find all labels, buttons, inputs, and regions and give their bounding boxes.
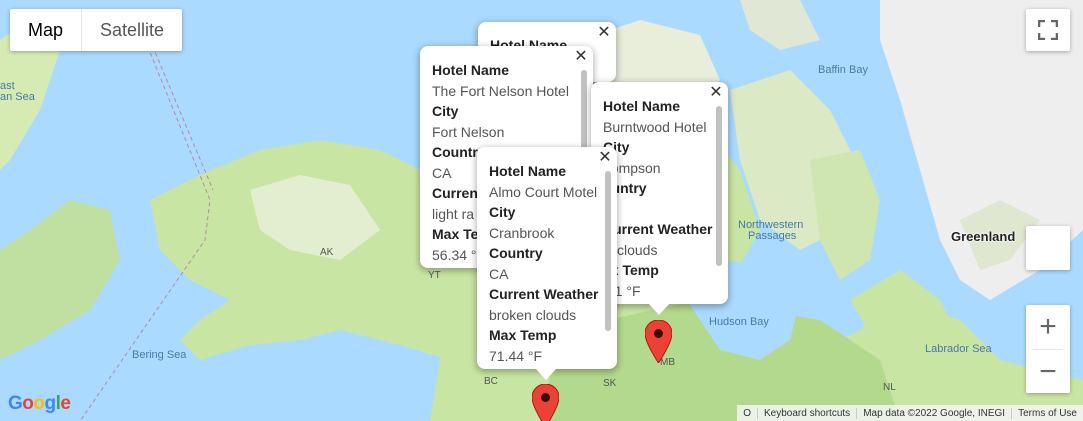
popup-key: Current Weather: [603, 221, 713, 237]
popup-key: City: [603, 139, 630, 155]
map-marker-pin-icon[interactable]: [532, 384, 559, 421]
popup-value: hompson: [603, 159, 661, 176]
label-nl: NL: [883, 382, 896, 393]
map-footer: O Keyboard shortcuts Map data ©2022 Goog…: [737, 405, 1083, 421]
scrollbar[interactable]: [605, 171, 611, 331]
close-icon[interactable]: ✕: [597, 150, 613, 166]
popup-key: City: [432, 103, 459, 119]
label-yt: YT: [428, 270, 441, 281]
map-data-attribution: Map data ©2022 Google, INEGI: [856, 407, 1011, 419]
zoom-control: + −: [1026, 305, 1070, 393]
map-type-satellite-button[interactable]: Satellite: [81, 9, 182, 51]
map-marker-pin-icon[interactable]: [645, 320, 672, 363]
popup-value: w clouds: [603, 241, 658, 258]
popup-key: ountry: [603, 180, 647, 196]
popup-key: Country: [489, 245, 543, 261]
popup-key: Current Weather: [489, 286, 599, 302]
label-bc: BC: [484, 376, 498, 387]
popup-value: Almo Court Motel: [489, 183, 598, 200]
popup-key: Max Temp: [489, 327, 557, 343]
popup-key: ax Temp: [603, 262, 659, 278]
fullscreen-icon: [1038, 20, 1058, 40]
label-baffin-bay: Baffin Bay: [818, 64, 868, 76]
info-window-tail: [535, 368, 557, 380]
popup-value: Cranbrook: [489, 224, 555, 241]
popup-value: The Fort Nelson Hotel: [432, 82, 569, 99]
label-hudson-bay: Hudson Bay: [709, 316, 769, 328]
map-canvas[interactable]: ast an Sea Baffin Bay Northwestern Passa…: [0, 0, 1083, 421]
map-type-control: Map Satellite: [10, 9, 183, 51]
label-east-siberian-sea-2: an Sea: [0, 91, 35, 103]
zoom-in-button[interactable]: +: [1026, 305, 1070, 349]
keyboard-shortcuts-link[interactable]: Keyboard shortcuts: [757, 407, 856, 419]
popup-value: .61 °F: [603, 282, 641, 299]
close-icon[interactable]: ✕: [596, 25, 612, 41]
popup-value: Burntwood Hotel: [603, 118, 707, 135]
close-icon[interactable]: ✕: [573, 49, 589, 65]
zoom-out-button[interactable]: −: [1026, 350, 1070, 393]
popup-value: Fort Nelson: [432, 123, 505, 140]
popup-key: Hotel Name: [432, 62, 510, 78]
street-view-button[interactable]: [1026, 226, 1070, 270]
label-greenland: Greenland: [951, 229, 1016, 244]
info-window-cranbrook: ✕ Hotel Name Almo Court Motel City Cranb…: [477, 147, 617, 369]
terms-of-use-link[interactable]: Terms of Use: [1011, 407, 1083, 419]
fullscreen-button[interactable]: [1026, 9, 1070, 51]
popup-value: A: [603, 199, 728, 220]
google-logo: Google: [8, 393, 71, 414]
label-sk: SK: [603, 378, 617, 389]
close-icon[interactable]: ✕: [708, 85, 724, 101]
label-labrador-sea: Labrador Sea: [925, 343, 992, 355]
label-northwestern-passages-2: Passages: [748, 230, 797, 242]
popup-key: City: [489, 204, 516, 220]
popup-value: broken clouds: [489, 306, 577, 323]
info-window-tail: [648, 303, 670, 315]
footer-partial: O: [743, 407, 752, 419]
label-ak: AK: [320, 247, 334, 258]
scrollbar[interactable]: [716, 106, 722, 266]
map-type-map-button[interactable]: Map: [10, 9, 81, 51]
label-bering-sea: Bering Sea: [132, 349, 187, 361]
popup-value: 71.44 °F: [489, 347, 543, 364]
popup-value: CA: [489, 265, 509, 282]
